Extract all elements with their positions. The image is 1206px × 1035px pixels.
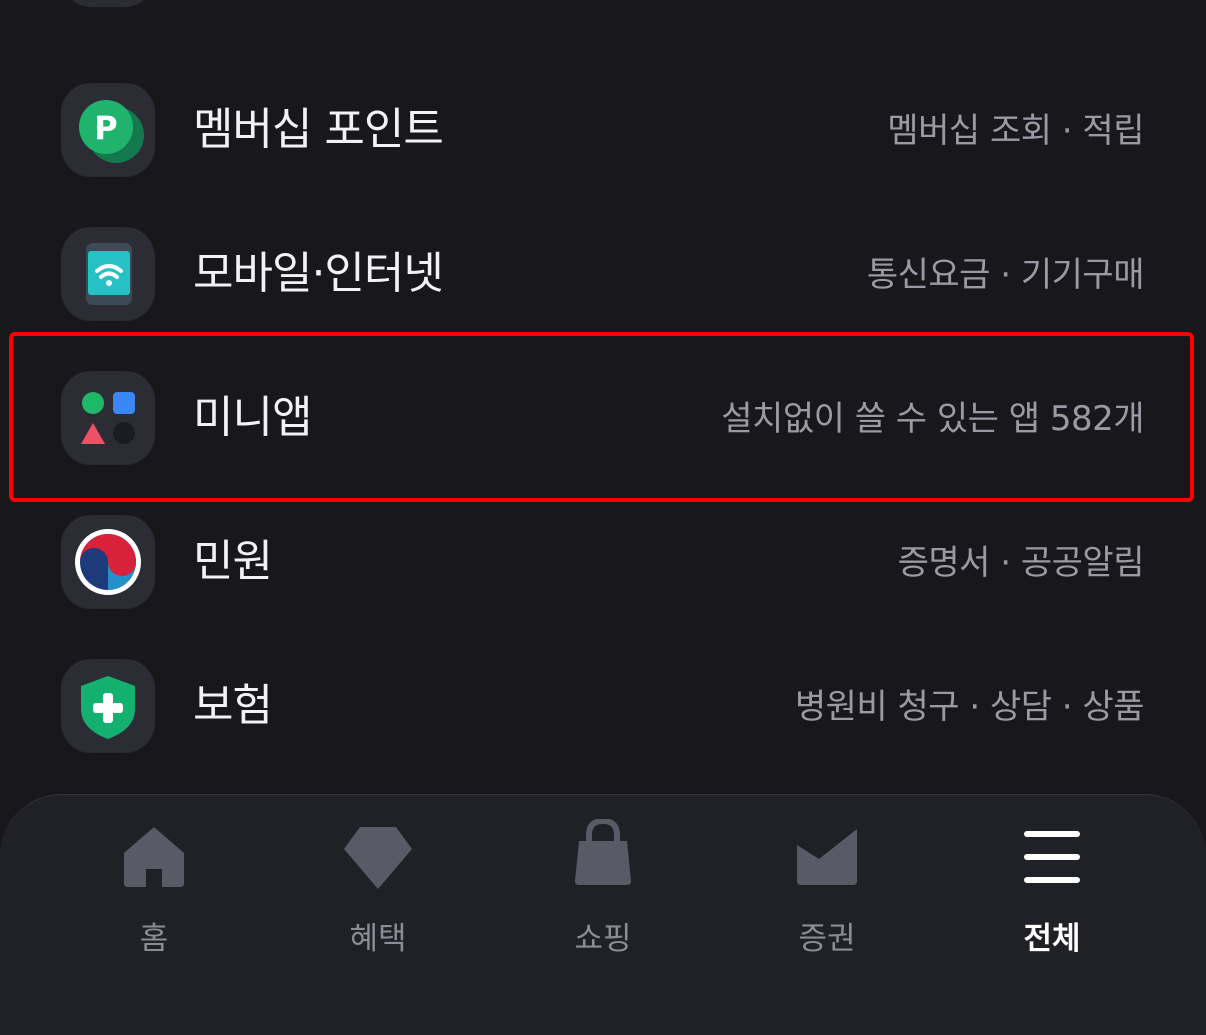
row-subtitle: 통신요금 · 기기구매 bbox=[866, 255, 1145, 295]
menu-row-insurance[interactable]: 보험 병원비 청구 · 상담 · 상품 bbox=[0, 634, 1206, 778]
tab-shopping[interactable]: 쇼핑 bbox=[528, 819, 678, 957]
membership-point-icon: P bbox=[61, 83, 155, 177]
insurance-shield-icon bbox=[61, 659, 155, 753]
tab-label: 전체 bbox=[1023, 921, 1081, 957]
row-title: 모바일·인터넷 bbox=[193, 248, 444, 299]
tab-label: 홈 bbox=[139, 921, 169, 957]
gem-icon bbox=[344, 827, 412, 889]
tab-label: 혜택 bbox=[349, 921, 407, 957]
home-icon bbox=[124, 827, 184, 887]
stock-chart-icon bbox=[797, 829, 857, 885]
tab-home[interactable]: 홈 bbox=[79, 819, 229, 957]
row-title: 멤버십 포인트 bbox=[193, 104, 444, 155]
tab-benefits[interactable]: 혜택 bbox=[303, 819, 453, 957]
menu-row-civil-service[interactable]: 민원 증명서 · 공공알림 bbox=[0, 490, 1206, 634]
row-subtitle: 증명서 · 공공알림 bbox=[897, 543, 1145, 583]
menu-icon bbox=[1024, 831, 1080, 883]
government-taegeuk-icon bbox=[61, 515, 155, 609]
wifi-phone-icon bbox=[61, 227, 155, 321]
menu-row-membership[interactable]: P 멤버십 포인트 멤버십 조회 · 적립 bbox=[0, 58, 1206, 202]
menu-row-mobile-internet[interactable]: 모바일·인터넷 통신요금 · 기기구매 bbox=[0, 202, 1206, 346]
tab-stocks[interactable]: 증권 bbox=[752, 819, 902, 957]
svg-text:P: P bbox=[94, 109, 117, 147]
highlight-box bbox=[9, 332, 1194, 502]
row-title: 보험 bbox=[193, 680, 273, 731]
row-title: 민원 bbox=[193, 536, 273, 587]
bottom-tab-bar: 홈 혜택 쇼핑 증권 전체 bbox=[0, 794, 1206, 1035]
menu-row-partial[interactable] bbox=[0, 0, 1206, 32]
row-subtitle: 멤버십 조회 · 적립 bbox=[887, 111, 1144, 151]
shopping-bag-icon bbox=[575, 819, 631, 885]
tab-label: 증권 bbox=[798, 921, 856, 957]
row-subtitle: 병원비 청구 · 상담 · 상품 bbox=[794, 687, 1145, 727]
tab-label: 쇼핑 bbox=[574, 921, 632, 957]
tab-all[interactable]: 전체 bbox=[977, 819, 1127, 957]
green-app-icon bbox=[61, 0, 155, 7]
